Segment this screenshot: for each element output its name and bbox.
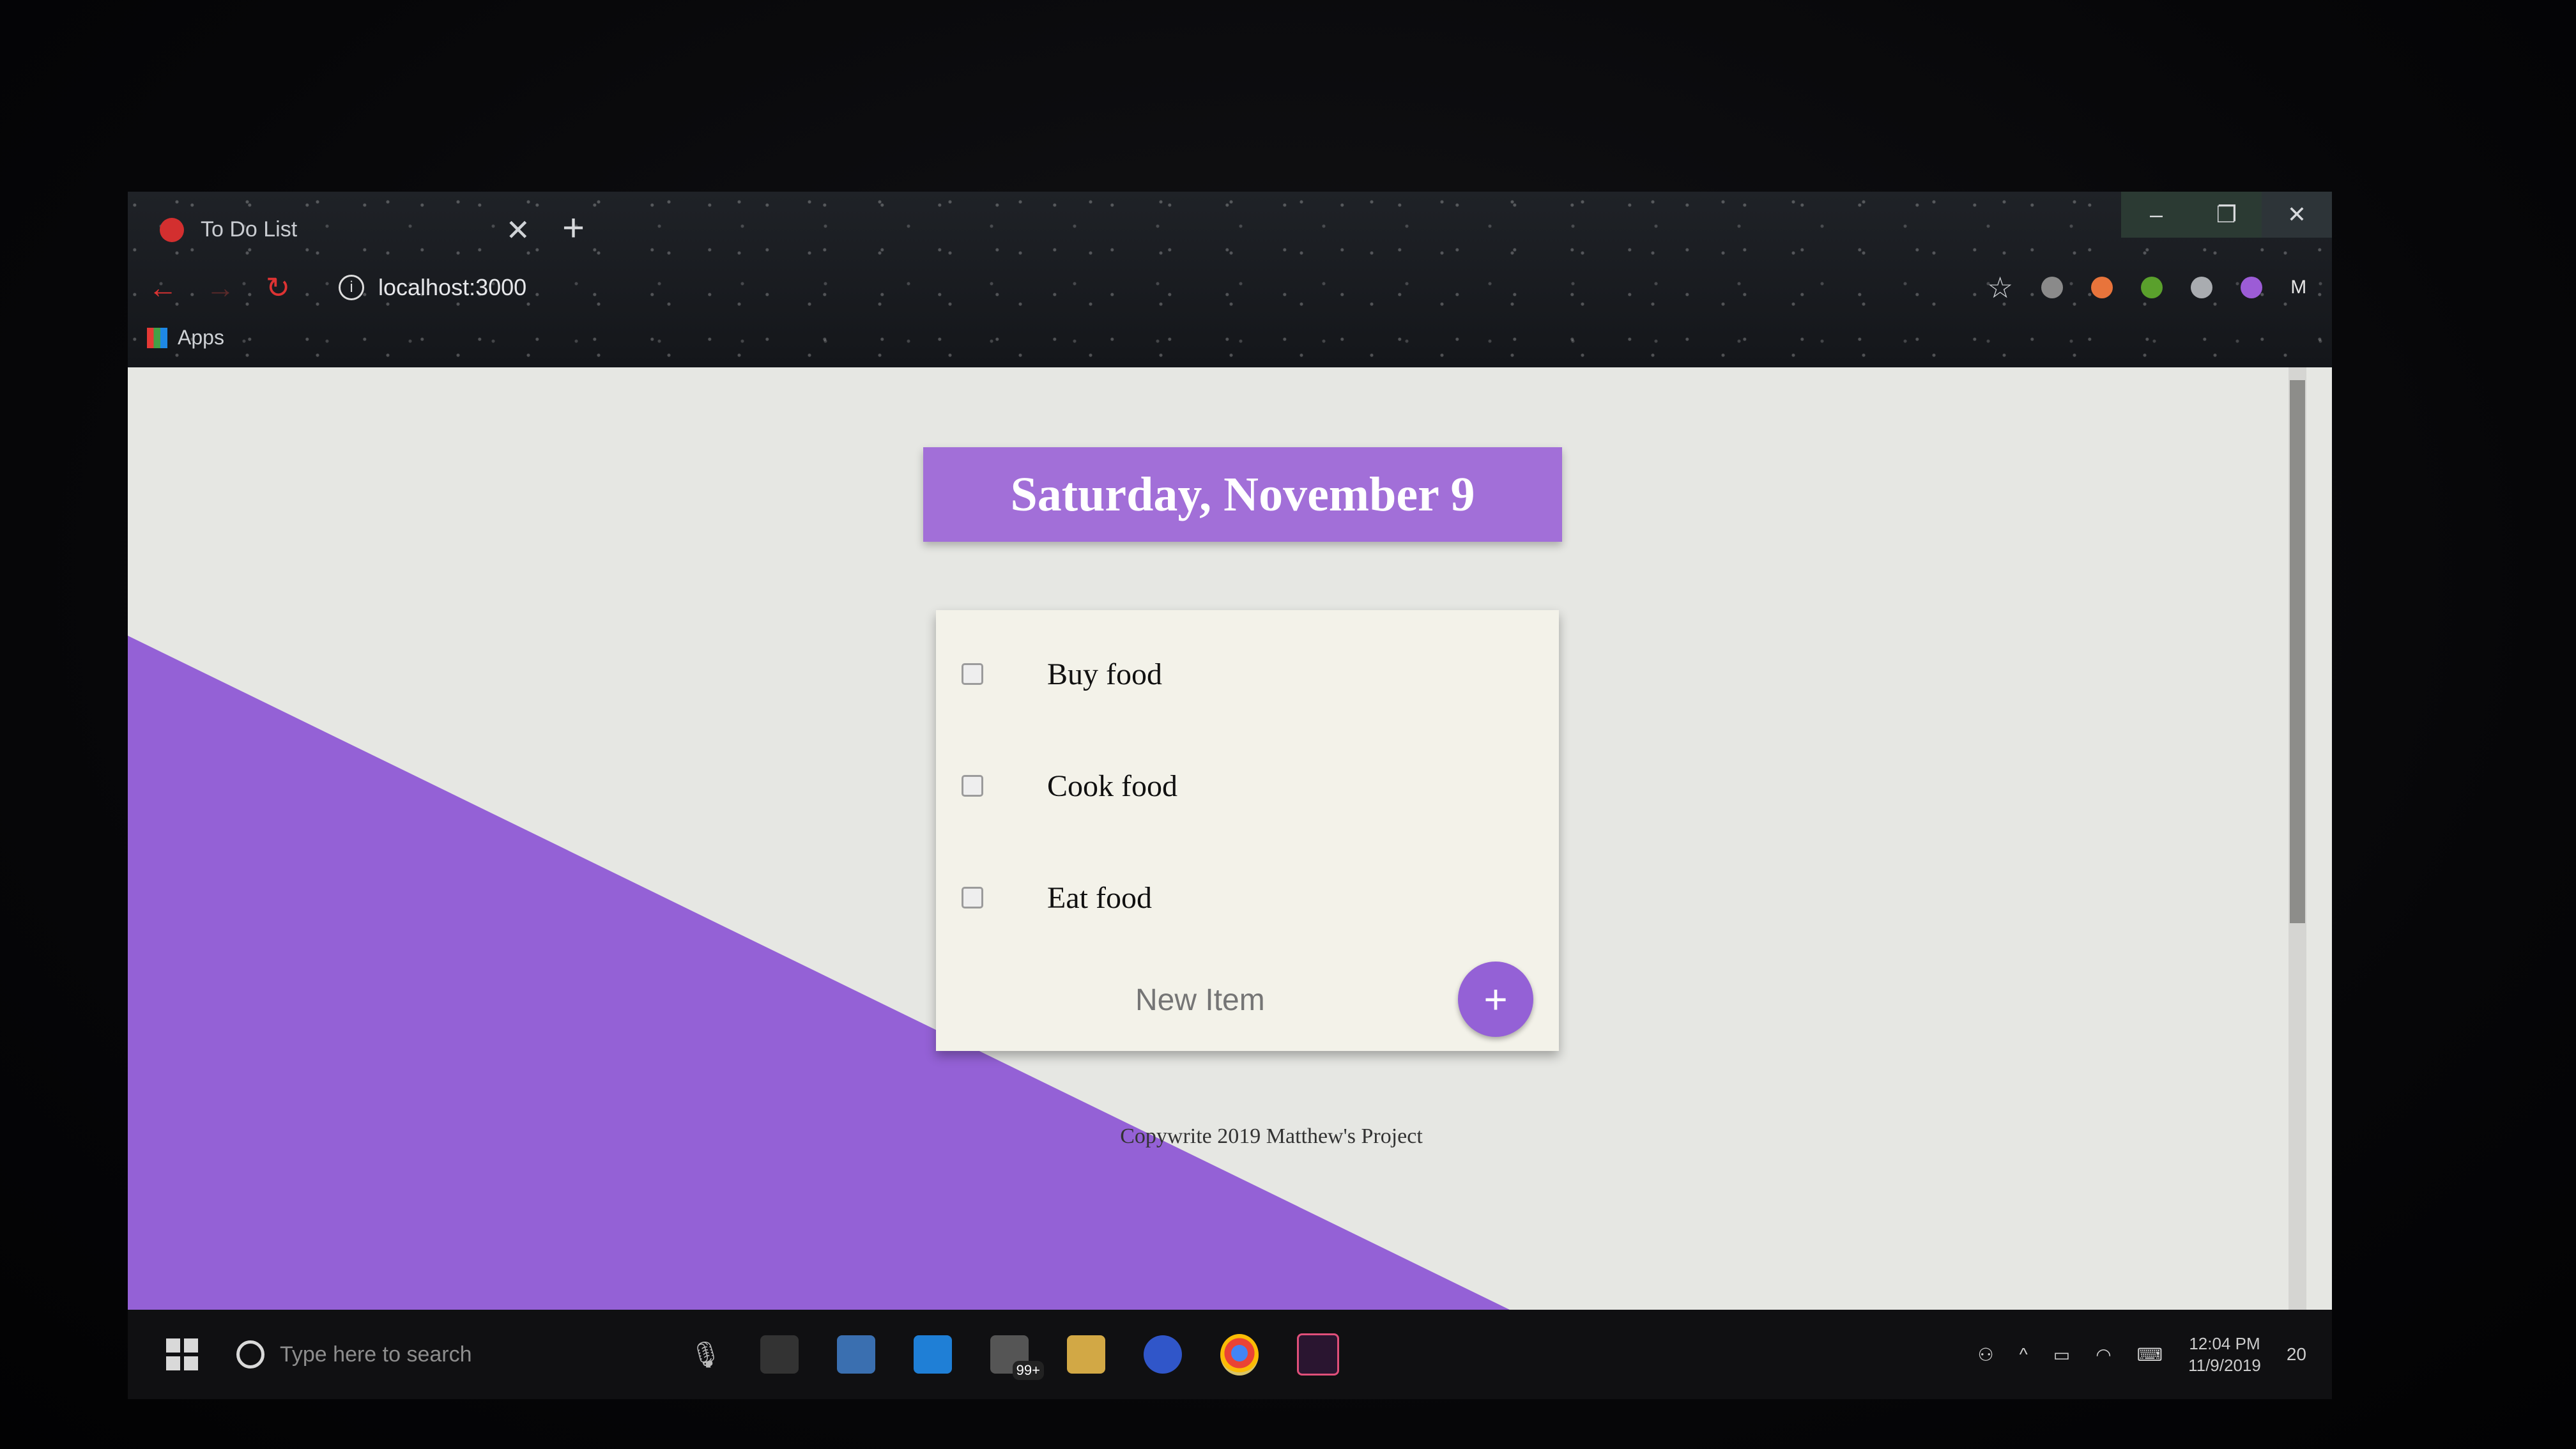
shield-icon[interactable] bbox=[2191, 277, 2213, 298]
info-icon[interactable]: i bbox=[339, 275, 364, 300]
scrollbar[interactable] bbox=[2288, 367, 2306, 1399]
address-bar[interactable]: i localhost:3000 bbox=[319, 266, 1968, 309]
list-item: Cook food bbox=[936, 747, 1559, 824]
microphone-icon[interactable]: 🎙 bbox=[689, 1340, 722, 1370]
mail-badge: 99+ bbox=[1012, 1361, 1044, 1380]
tab-title: To Do List bbox=[201, 217, 298, 241]
terminal-icon[interactable] bbox=[1297, 1333, 1339, 1376]
todo-card: Buy food Cook food Eat food + bbox=[936, 610, 1559, 1051]
firefox-icon[interactable] bbox=[1144, 1335, 1182, 1374]
chevron-up-icon[interactable]: ^ bbox=[2020, 1344, 2028, 1365]
scrollbar-thumb[interactable] bbox=[2290, 380, 2305, 923]
url-text: localhost:3000 bbox=[378, 274, 527, 300]
notification-icon[interactable]: 20 bbox=[2287, 1344, 2306, 1365]
item-label: Cook food bbox=[1047, 769, 1177, 803]
notification-count: 20 bbox=[2286, 1344, 2306, 1364]
back-arrow-icon[interactable]: ← bbox=[141, 270, 185, 305]
taskbar-search[interactable]: Type here to search 🎙 bbox=[236, 1322, 735, 1386]
add-item-button[interactable]: + bbox=[1458, 962, 1533, 1037]
apps-grid-icon bbox=[147, 327, 167, 348]
store-icon[interactable] bbox=[837, 1335, 875, 1374]
wifi-icon[interactable]: ◠ bbox=[2096, 1344, 2111, 1365]
apps-bookmark[interactable]: Apps bbox=[178, 326, 224, 349]
item-label: Buy food bbox=[1047, 657, 1162, 691]
window-controls: – ❐ ✕ bbox=[2121, 192, 2332, 238]
item-checkbox[interactable] bbox=[962, 775, 983, 797]
toolbar: ← → ↻ i localhost:3000 ☆ M bbox=[128, 262, 2332, 313]
screen: To Do List ✕ + – ❐ ✕ ← → ↻ i localhost:3… bbox=[128, 192, 2332, 1399]
restore-button[interactable]: ❐ bbox=[2191, 192, 2262, 238]
chrome-icon[interactable] bbox=[1220, 1333, 1259, 1376]
item-checkbox[interactable] bbox=[962, 887, 983, 908]
new-item-input[interactable] bbox=[1134, 981, 1405, 1018]
reload-icon[interactable]: ↻ bbox=[256, 270, 300, 305]
clock-time: 12:04 PM bbox=[2189, 1334, 2260, 1353]
mail-icon[interactable]: 99+ bbox=[990, 1335, 1044, 1380]
browser-chrome: To Do List ✕ + – ❐ ✕ ← → ↻ i localhost:3… bbox=[128, 192, 2332, 367]
item-checkbox[interactable] bbox=[962, 663, 983, 685]
tab-close-icon[interactable]: ✕ bbox=[505, 213, 530, 247]
minimize-button[interactable]: – bbox=[2121, 192, 2191, 238]
edge-icon[interactable] bbox=[914, 1335, 952, 1374]
date-heading: Saturday, November 9 bbox=[923, 447, 1562, 542]
keyboard-icon[interactable]: ⌨ bbox=[2137, 1344, 2163, 1365]
extensions-bar: ☆ M bbox=[1987, 270, 2306, 305]
web-page: Saturday, November 9 Buy food Cook food … bbox=[128, 367, 2332, 1399]
taskbar: Type here to search 🎙 99+ ⚇ ^ ▭ ◠ ⌨ 12:0… bbox=[128, 1310, 2332, 1399]
browser-tab[interactable]: To Do List ✕ bbox=[141, 206, 549, 254]
task-view-icon[interactable] bbox=[760, 1335, 799, 1374]
profile-avatar[interactable]: M bbox=[2290, 277, 2306, 298]
item-label: Eat food bbox=[1047, 880, 1152, 915]
extension-icon[interactable] bbox=[2241, 277, 2263, 298]
file-explorer-icon[interactable] bbox=[1067, 1335, 1105, 1374]
battery-icon[interactable]: ▭ bbox=[2053, 1344, 2070, 1365]
clock-date: 11/9/2019 bbox=[2188, 1356, 2261, 1375]
search-placeholder: Type here to search bbox=[280, 1342, 472, 1367]
system-tray: ⚇ ^ ▭ ◠ ⌨ 12:04 PM 11/9/2019 20 bbox=[1978, 1333, 2306, 1376]
bookmark-star-icon[interactable]: ☆ bbox=[1987, 270, 2013, 305]
cortana-icon bbox=[236, 1340, 264, 1368]
clock[interactable]: 12:04 PM 11/9/2019 bbox=[2188, 1333, 2261, 1376]
close-window-button[interactable]: ✕ bbox=[2262, 192, 2332, 238]
new-item-row: + bbox=[936, 955, 1559, 1045]
list-item: Eat food bbox=[936, 859, 1559, 936]
windows-start-icon[interactable] bbox=[166, 1338, 198, 1370]
extension-icon[interactable] bbox=[2091, 277, 2113, 298]
taskbar-apps: 99+ bbox=[760, 1333, 1339, 1380]
bookmarks-bar: Apps bbox=[147, 326, 224, 349]
extension-icon[interactable] bbox=[2041, 277, 2064, 298]
people-icon[interactable]: ⚇ bbox=[1978, 1344, 1994, 1365]
extension-icon[interactable] bbox=[2141, 277, 2163, 298]
list-item: Buy food bbox=[936, 636, 1559, 712]
forward-arrow-icon[interactable]: → bbox=[198, 270, 243, 305]
tab-favicon-icon bbox=[160, 217, 184, 242]
new-tab-button[interactable]: + bbox=[562, 206, 585, 250]
footer-text: Copywrite 2019 Matthew's Project bbox=[1120, 1124, 1423, 1148]
